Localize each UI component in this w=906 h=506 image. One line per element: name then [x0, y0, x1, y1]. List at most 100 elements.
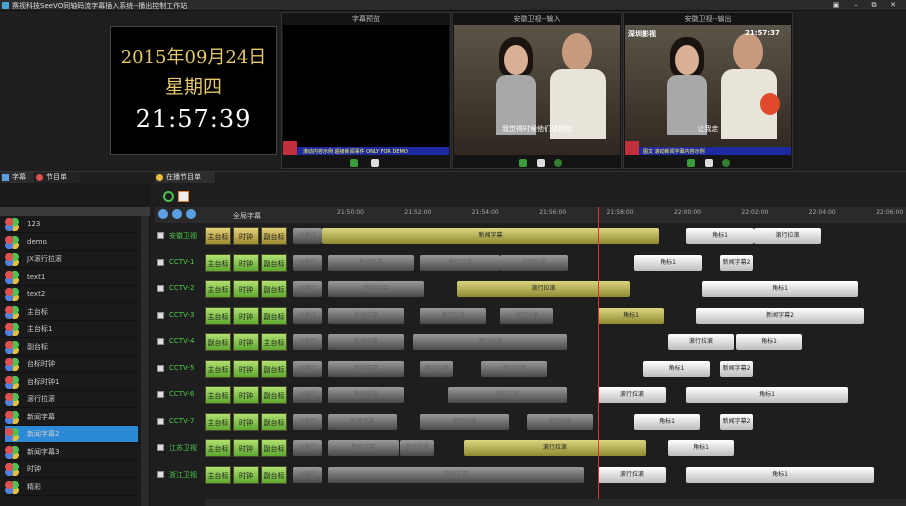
overlay-button[interactable]: 主台标 [261, 333, 287, 351]
timeline-clip[interactable]: JX滚行 [293, 281, 322, 297]
library-item[interactable]: 新闻字幕2 [5, 426, 138, 443]
timeline-clip[interactable]: 新闻字幕 [328, 334, 404, 350]
channel-checkbox[interactable] [157, 364, 164, 372]
tab-playlist[interactable]: 节目单 [35, 172, 80, 183]
pin-button[interactable]: ▣ [828, 1, 844, 10]
library-item[interactable]: JX滚行拉滚 [5, 251, 138, 268]
overlay-button[interactable]: 时钟 [233, 253, 259, 272]
channel-checkbox[interactable] [157, 311, 164, 319]
timeline-clip[interactable]: JX滚行 [293, 466, 322, 483]
timeline-clip[interactable]: 角标1 [686, 466, 874, 483]
play-button[interactable] [519, 159, 527, 167]
stop-button[interactable] [537, 159, 545, 167]
channel-checkbox[interactable] [157, 285, 164, 292]
overlay-button[interactable]: 副台标 [261, 359, 287, 378]
overlay-button[interactable]: 时钟 [233, 359, 259, 378]
channel-checkbox[interactable] [157, 470, 164, 478]
zoom-out-icon[interactable] [172, 209, 182, 219]
timeline-clip[interactable]: 角标1 [634, 254, 702, 271]
timeline-clip[interactable]: 新闻字幕2 [720, 254, 753, 271]
library-item[interactable]: 台标时钟1 [5, 374, 138, 391]
library-scrollbar[interactable] [141, 216, 149, 506]
timeline-clip[interactable]: 滚行拉滚 [464, 440, 646, 456]
refresh-icon[interactable] [163, 191, 174, 202]
timeline-clip[interactable]: 新闻字幕 [328, 387, 404, 403]
timeline-clip[interactable]: 新闻字幕 [328, 307, 404, 324]
timeline-clip[interactable]: 滚行拉滚 [420, 307, 486, 324]
channel-checkbox[interactable] [157, 258, 164, 266]
timeline-clip[interactable]: 新闻字幕 [328, 254, 414, 271]
timeline-clip[interactable]: 角标1 [702, 281, 858, 297]
overlay-button[interactable]: 主台标 [205, 386, 231, 404]
overlay-button[interactable]: 副台标 [261, 465, 287, 484]
stop-button[interactable] [371, 159, 379, 167]
overlay-button[interactable]: 副台标 [261, 306, 287, 325]
overlay-button[interactable]: 副台标 [261, 439, 287, 457]
overlay-button[interactable]: 副台标 [261, 412, 287, 431]
timeline-clip[interactable]: JX滚行 [293, 387, 322, 403]
schedule-icon[interactable] [178, 191, 189, 202]
channel-checkbox[interactable] [157, 417, 164, 425]
timeline-clip[interactable]: 滚行拉滚 [527, 413, 593, 430]
library-item[interactable]: text2 [5, 286, 138, 303]
timeline-clip[interactable]: 新闻字幕2 [696, 307, 864, 324]
library-item[interactable]: 主台标 [5, 304, 138, 321]
timeline-clip[interactable]: JX滚行 [293, 228, 322, 244]
timeline-clip[interactable]: 新闻字幕2 [720, 360, 753, 377]
library-item[interactable]: 新闻字幕3 [5, 444, 138, 461]
timeline-clip[interactable]: 滚行拉滚 [420, 254, 500, 271]
overlay-button[interactable]: 主台标 [205, 280, 231, 298]
library-item[interactable]: 副台标 [5, 339, 138, 356]
timeline-clip[interactable]: 滚行拉滚 [420, 413, 509, 430]
timeline-clip[interactable]: JX滚行 [293, 360, 322, 377]
library-item[interactable]: 123 [5, 216, 138, 233]
timeline-clip[interactable]: 滚行拉滚 [500, 254, 568, 271]
overlay-button[interactable]: 时钟 [233, 386, 259, 404]
overlay-button[interactable]: 主台标 [205, 439, 231, 457]
timeline-clip[interactable]: 新闻字幕 [328, 413, 397, 430]
library-item[interactable]: 新闻字幕 [5, 409, 138, 426]
timeline-clip[interactable]: 滚行拉滚 [448, 387, 567, 403]
timeline-clip[interactable]: 滚行拉滚 [500, 307, 553, 324]
overlay-button[interactable]: 副台标 [261, 280, 287, 298]
timeline-clip[interactable]: 滚行拉滚 [754, 228, 821, 244]
overlay-button[interactable]: 副台标 [261, 253, 287, 272]
zoom-in-icon[interactable] [158, 209, 168, 219]
library-item[interactable]: 精彩 [5, 479, 138, 496]
library-item[interactable]: 时钟 [5, 461, 138, 478]
overlay-button[interactable]: 副台标 [261, 386, 287, 404]
snapshot-button[interactable] [554, 159, 562, 167]
overlay-button[interactable]: 时钟 [233, 227, 259, 245]
timeline-clip[interactable]: 新闻字幕 [328, 281, 424, 297]
tab-subtitles[interactable]: 字幕 [1, 172, 34, 183]
library-item[interactable]: text1 [5, 269, 138, 286]
timeline-clip[interactable]: JX滚行 [293, 440, 322, 456]
overlay-button[interactable]: 主台标 [205, 359, 231, 378]
timeline-clip[interactable]: 角标1 [668, 440, 734, 456]
timeline-clip[interactable]: 滚行拉滚 [598, 466, 666, 483]
timeline-clip[interactable]: 角标1 [686, 387, 848, 403]
timeline-clip[interactable]: 新闻字幕 [322, 228, 659, 244]
overlay-button[interactable]: 时钟 [233, 465, 259, 484]
library-item[interactable]: 主台标1 [5, 321, 138, 338]
overlay-button[interactable]: 时钟 [233, 439, 259, 457]
close-button[interactable]: ✕ [885, 1, 901, 10]
playhead[interactable] [598, 207, 599, 506]
tab-on-air-playlist[interactable]: 在播节目单 [155, 172, 215, 183]
timeline-clip[interactable]: 新闻字幕2 [720, 413, 753, 430]
timeline-clip[interactable]: 角标1 [643, 360, 710, 377]
timeline-clip[interactable]: JX滚行 [293, 254, 322, 271]
timeline-clip[interactable]: 滚行拉滚 [481, 360, 547, 377]
channel-checkbox[interactable] [157, 444, 164, 451]
timeline-clip[interactable]: 滚行拉滚 [668, 334, 734, 350]
timeline-clip[interactable]: 角标1 [634, 413, 700, 430]
channel-checkbox[interactable] [157, 338, 164, 345]
stop-button[interactable] [705, 159, 713, 167]
timeline-clip[interactable]: JX滚行 [293, 413, 322, 430]
timeline-clip[interactable]: 角标1 [598, 307, 664, 324]
timeline-clip[interactable]: 滚行拉滚 [400, 440, 434, 456]
timeline-clip[interactable]: 滚行拉滚 [413, 334, 567, 350]
timeline-clip[interactable]: 新闻字幕 [328, 360, 404, 377]
overlay-button[interactable]: 副台标 [261, 227, 287, 245]
overlay-button[interactable]: 时钟 [233, 306, 259, 325]
